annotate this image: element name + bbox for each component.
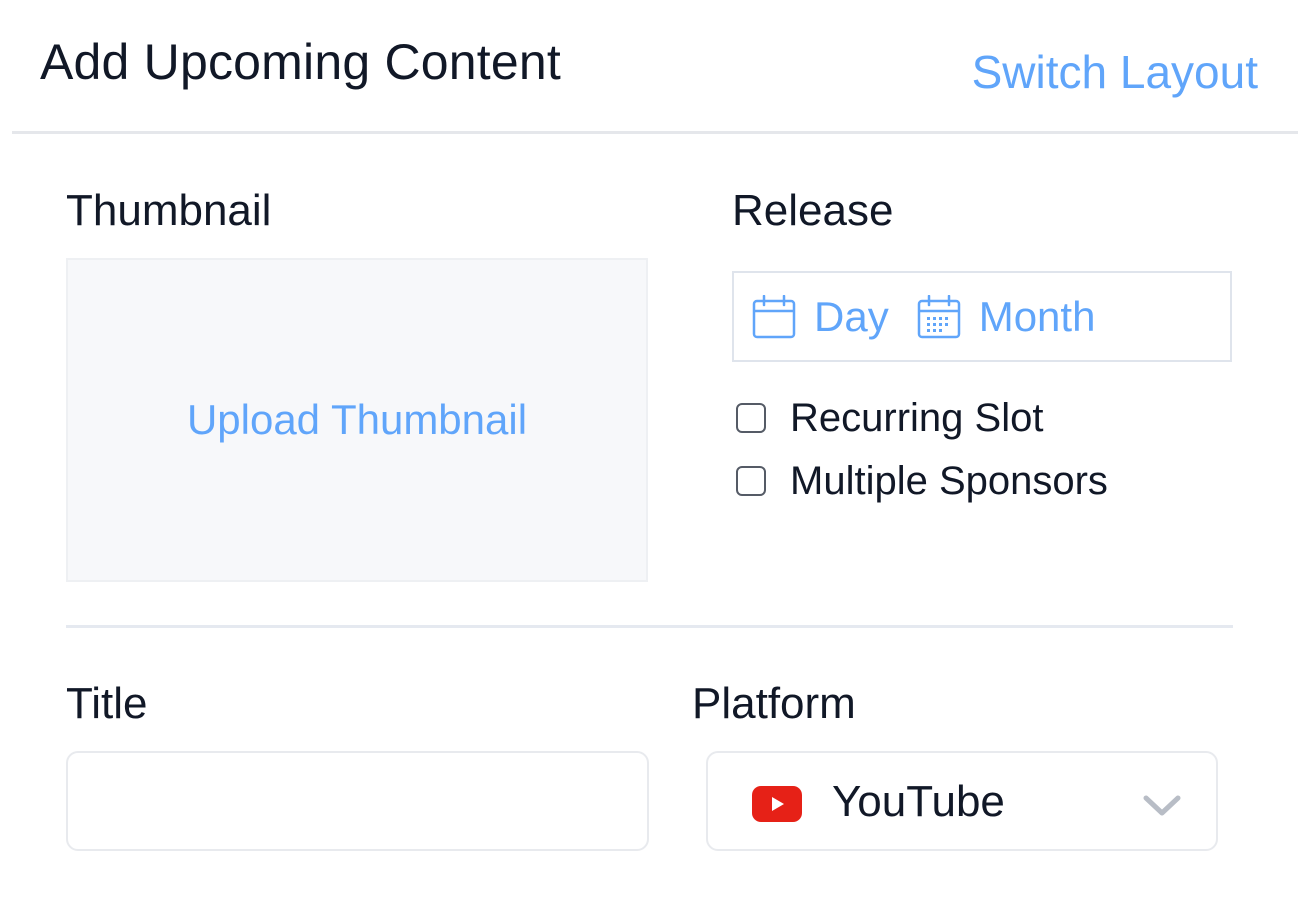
youtube-icon bbox=[752, 786, 802, 822]
chevron-down-icon bbox=[1143, 795, 1181, 816]
switch-layout-button[interactable]: Switch Layout bbox=[972, 42, 1258, 102]
recurring-slot-option[interactable]: Recurring Slot bbox=[736, 393, 1043, 443]
release-month-label: Month bbox=[978, 292, 1096, 340]
release-type-selector: Day Month bbox=[732, 271, 1232, 362]
add-upcoming-content-panel: Add Upcoming Content Switch Layout Thumb… bbox=[0, 0, 1298, 900]
platform-label: Platform bbox=[692, 679, 856, 728]
multiple-sponsors-option[interactable]: Multiple Sponsors bbox=[736, 456, 1108, 506]
title-label: Title bbox=[66, 679, 148, 728]
section-divider bbox=[66, 625, 1233, 628]
thumbnail-label: Thumbnail bbox=[66, 186, 272, 235]
multiple-sponsors-label: Multiple Sponsors bbox=[790, 459, 1108, 503]
calendar-icon bbox=[752, 294, 796, 338]
platform-select[interactable]: YouTube bbox=[706, 751, 1218, 851]
recurring-slot-label: Recurring Slot bbox=[790, 396, 1044, 440]
upload-thumbnail-link[interactable]: Upload Thumbnail bbox=[187, 394, 527, 446]
page-title: Add Upcoming Content bbox=[40, 34, 561, 90]
header-divider bbox=[12, 131, 1298, 134]
release-label: Release bbox=[732, 186, 894, 235]
release-day-label: Day bbox=[814, 292, 889, 340]
calendar-grid-icon bbox=[917, 294, 960, 338]
thumbnail-dropzone[interactable]: Upload Thumbnail bbox=[66, 258, 648, 582]
title-input[interactable] bbox=[66, 751, 649, 851]
multiple-sponsors-checkbox[interactable] bbox=[736, 466, 766, 496]
recurring-slot-checkbox[interactable] bbox=[736, 403, 766, 433]
release-month-option[interactable]: Month bbox=[917, 291, 1096, 343]
release-day-option[interactable]: Day bbox=[752, 291, 889, 343]
platform-selected-value: YouTube bbox=[832, 777, 1005, 826]
